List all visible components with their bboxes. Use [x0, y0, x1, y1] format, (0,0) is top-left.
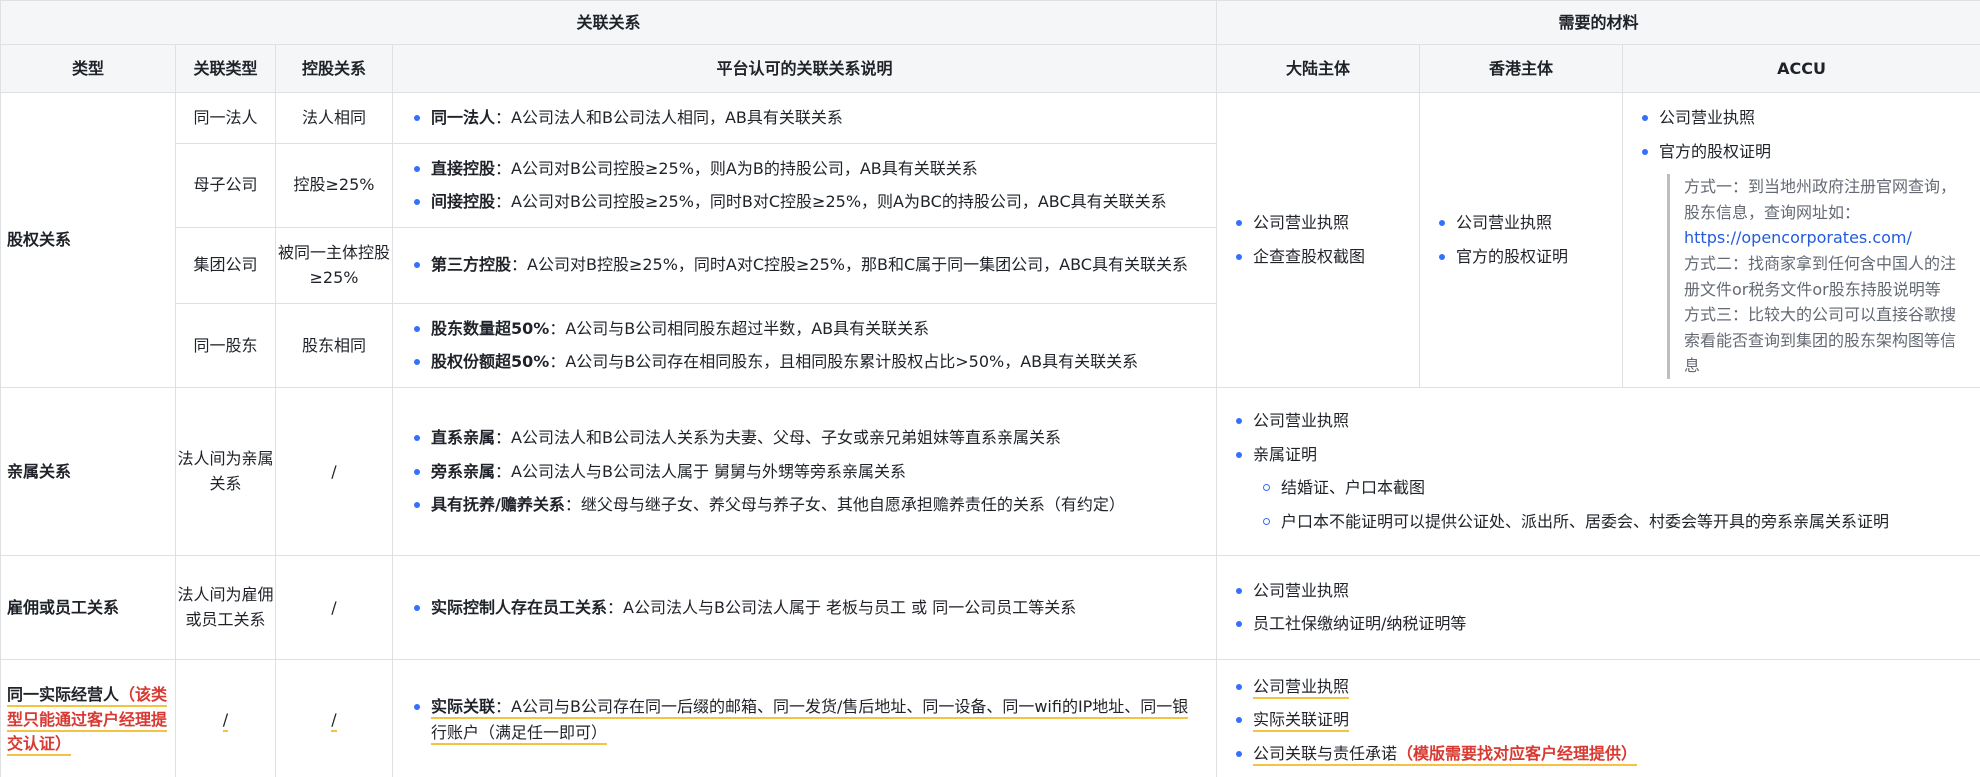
employ-materials: 公司营业执照 员工社保缴纳证明/纳税证明等 — [1216, 554, 1980, 660]
holding-cell: / — [275, 386, 393, 556]
list-item: 股东数量超50%：A公司与B公司相同股东超过半数，AB具有关联关系 — [405, 316, 1204, 342]
list-item: 亲属证明 — [1227, 442, 1970, 468]
list-item: 旁系亲属：A公司法人与B公司法人属于 舅舅与外甥等旁系亲属关系 — [405, 459, 1204, 485]
table-row: 亲属关系 法人间为亲属关系 / 直系亲属：A公司法人和B公司法人关系为夫妻、父母… — [0, 386, 1980, 556]
accu-methods-quote: 方式一：到当地州政府注册官网查询，股东信息，查询网址如： https://ope… — [1667, 174, 1970, 379]
list-item: 具有抚养/赡养关系：继父母与继子女、养父母与养子女、其他自愿承担赡养责任的关系（… — [405, 492, 1204, 518]
col-header-hk: 香港主体 — [1419, 44, 1624, 93]
col-header-holding: 控股关系 — [275, 44, 393, 93]
desc-cell: 实际关联：A公司与B公司存在同一后缀的邮箱、同一发货/售后地址、同一设备、同一w… — [391, 658, 1218, 777]
row-type-kin: 亲属关系 — [0, 386, 176, 556]
hk-materials-equity: 公司营业执照 官方的股权证明 — [1419, 92, 1624, 388]
method-one-text: 方式一：到当地州政府注册官网查询，股东信息，查询网址如： — [1684, 177, 1957, 222]
row-type-employ: 雇佣或员工关系 — [0, 554, 176, 660]
row-type-equity: 股权关系 — [0, 92, 176, 388]
list-item: 同一法人：A公司法人和B公司法人相同，AB具有关联关系 — [405, 105, 1204, 131]
table-row: 雇佣或员工关系 法人间为雇佣或员工关系 / 实际控制人存在员工关系：A公司法人与… — [0, 554, 1980, 660]
desc-cell: 实际控制人存在员工关系：A公司法人与B公司法人属于 老板与员工 或 同一公司员工… — [391, 554, 1218, 660]
rel-type-cell: 集团公司 — [175, 226, 276, 304]
holding-cell: 被同一主体控股≥25% — [275, 226, 393, 304]
accu-materials-equity: 公司营业执照 官方的股权证明 方式一：到当地州政府注册官网查询，股东信息，查询网… — [1622, 92, 1980, 388]
list-item: 直系亲属：A公司法人和B公司法人关系为夫妻、父母、子女或亲兄弟姐妹等直系亲属关系 — [405, 425, 1204, 451]
table-row: 同一实际经营人（该类型只能通过客户经理提交认证） / / 实际关联：A公司与B公… — [0, 658, 1980, 777]
list-item: 公司营业执照 — [1633, 105, 1970, 131]
rel-type-cell: / — [175, 658, 276, 777]
col-header-accu: ACCU — [1622, 44, 1980, 93]
list-item: 股权份额超50%：A公司与B公司存在相同股东，且相同股东累计股权占比>50%，A… — [405, 349, 1204, 375]
holding-cell: 股东相同 — [275, 302, 393, 388]
col-header-mainland: 大陆主体 — [1216, 44, 1421, 93]
rel-type-cell: 同一法人 — [175, 92, 276, 144]
list-item: 公司营业执照 — [1227, 408, 1970, 434]
list-item: 公司营业执照 — [1227, 578, 1970, 604]
holding-cell: / — [275, 658, 393, 777]
list-item: 实际控制人存在员工关系：A公司法人与B公司法人属于 老板与员工 或 同一公司员工… — [405, 595, 1204, 621]
list-item: 官方的股权证明 — [1430, 244, 1612, 270]
desc-cell: 直接控股：A公司对B公司控股≥25%，则A为B的持股公司，AB具有关联关系 间接… — [391, 142, 1218, 228]
col-header-desc: 平台认可的关联关系说明 — [391, 44, 1218, 93]
group-header-relation: 关联关系 — [0, 0, 1218, 45]
rel-type-cell: 同一股东 — [175, 302, 276, 388]
desc-cell: 同一法人：A公司法人和B公司法人相同，AB具有关联关系 — [391, 92, 1218, 144]
row-type-operator: 同一实际经营人（该类型只能通过客户经理提交认证） — [0, 658, 176, 777]
holding-cell: 控股≥25% — [275, 142, 393, 228]
col-header-rel-type: 关联类型 — [175, 44, 276, 93]
col-header-type: 类型 — [0, 44, 176, 93]
list-item: 公司营业执照 — [1430, 210, 1612, 236]
list-item: 公司关联与责任承诺（模版需要找对应客户经理提供） — [1227, 741, 1970, 767]
list-item: 第三方控股：A公司对B控股≥25%，同时A对C控股≥25%，那B和C属于同一集团… — [405, 252, 1204, 278]
desc-cell: 直系亲属：A公司法人和B公司法人关系为夫妻、父母、子女或亲兄弟姐妹等直系亲属关系… — [391, 386, 1218, 556]
list-item: 官方的股权证明 — [1633, 139, 1970, 165]
material-note: （模版需要找对应客户经理提供） — [1397, 743, 1638, 766]
group-header-material: 需要的材料 — [1216, 0, 1980, 45]
rel-type-cell: 母子公司 — [175, 142, 276, 228]
relationship-table: 关联关系 需要的材料 类型 关联类型 控股关系 平台认可的关联关系说明 大陆主体… — [0, 0, 1980, 777]
method-three-text: 方式三：比较大的公司可以直接谷歌搜索看能否查询到集团的股东架构图等信息 — [1684, 305, 1957, 376]
list-item: 实际关联：A公司与B公司存在同一后缀的邮箱、同一发货/售后地址、同一设备、同一w… — [405, 694, 1204, 745]
holding-cell: / — [275, 554, 393, 660]
list-item: 实际关联证明 — [1227, 707, 1970, 733]
operator-type-label: 同一实际经营人 — [7, 684, 120, 707]
rel-type-cell: 法人间为亲属关系 — [175, 386, 276, 556]
list-item: 公司营业执照 — [1227, 674, 1970, 700]
mainland-materials-equity: 公司营业执照 企查查股权截图 — [1216, 92, 1421, 388]
holding-cell: 法人相同 — [275, 92, 393, 144]
list-item: 直接控股：A公司对B公司控股≥25%，则A为B的持股公司，AB具有关联关系 — [405, 156, 1204, 182]
list-item: 户口本不能证明可以提供公证处、派出所、居委会、村委会等开具的旁系亲属关系证明 — [1253, 509, 1970, 535]
list-item: 间接控股：A公司对B公司控股≥25%，同时B对C控股≥25%，则A为BC的持股公… — [405, 189, 1204, 215]
opencorporates-link[interactable]: https://opencorporates.com/ — [1684, 228, 1912, 247]
desc-cell: 股东数量超50%：A公司与B公司相同股东超过半数，AB具有关联关系 股权份额超5… — [391, 302, 1218, 388]
table-row: 股权关系 同一法人 法人相同 同一法人：A公司法人和B公司法人相同，AB具有关联… — [0, 92, 1980, 388]
rel-type-cell: 法人间为雇佣或员工关系 — [175, 554, 276, 660]
list-item: 公司营业执照 — [1227, 210, 1409, 236]
list-item: 员工社保缴纳证明/纳税证明等 — [1227, 611, 1970, 637]
operator-materials: 公司营业执照 实际关联证明 公司关联与责任承诺（模版需要找对应客户经理提供） — [1216, 658, 1980, 777]
method-two-text: 方式二：找商家拿到任何含中国人的注册文件or税务文件or股东持股说明等 — [1684, 253, 1957, 299]
kin-materials: 公司营业执照 亲属证明 结婚证、户口本截图 户口本不能证明可以提供公证处、派出所… — [1216, 386, 1980, 556]
list-item: 企查查股权截图 — [1227, 244, 1409, 270]
list-item: 结婚证、户口本截图 — [1253, 475, 1970, 501]
desc-cell: 第三方控股：A公司对B控股≥25%，同时A对C控股≥25%，那B和C属于同一集团… — [391, 226, 1218, 304]
